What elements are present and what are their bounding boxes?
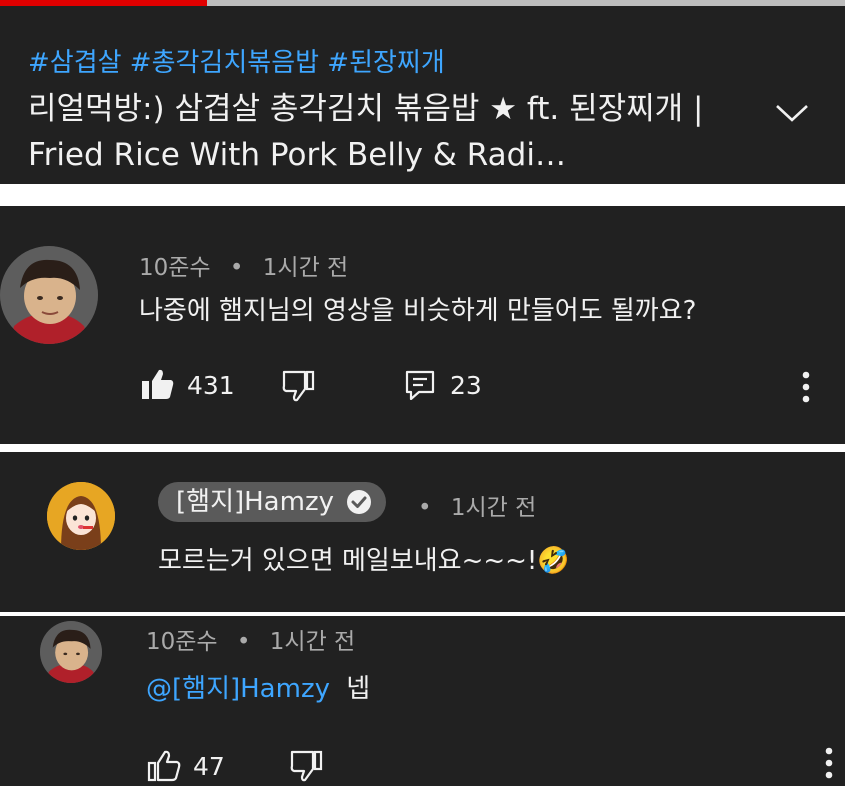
more-vert-icon[interactable] (799, 370, 813, 404)
reply-icon[interactable] (405, 370, 435, 400)
avatar[interactable] (0, 246, 98, 344)
comment-author[interactable]: 10준수 (139, 255, 211, 281)
comment-body: @[햄지]Hamzy 넵 (146, 668, 370, 705)
like-count: 47 (193, 752, 225, 781)
comment-author[interactable]: 10준수 (146, 629, 218, 655)
comment-meta: 10준수 • 1시간 전 (146, 622, 355, 656)
creator-name-badge[interactable]: [햄지]Hamzy (158, 482, 386, 522)
comment-text: 나중에 햄지님의 영상을 비슷하게 만들어도 될까요? (139, 296, 697, 326)
comment-meta: 10준수 • 1시간 전 (139, 248, 348, 282)
avatar[interactable] (40, 621, 102, 683)
comment-text: 넵 (346, 674, 371, 704)
meta-separator: • (229, 255, 244, 281)
creator-reply: [햄지]Hamzy • 1시간 전 모르는거 있으면 메일보내요~~~!🤣 (0, 452, 845, 612)
chevron-down-icon[interactable] (774, 99, 810, 125)
like-count: 431 (187, 371, 235, 400)
thumbs-down-icon[interactable] (281, 370, 315, 402)
comment-time[interactable]: 1시간 전 (263, 255, 348, 281)
mention-link[interactable]: @[햄지]Hamzy (146, 674, 330, 704)
comment-text: 모르는거 있으면 메일보내요~~~!🤣 (158, 546, 570, 576)
thumbs-up-icon[interactable] (147, 750, 181, 782)
video-title[interactable]: 리얼먹방:) 삼겹살 총각김치 볶음밥 ★ ft. 된장찌개 | Fried R… (28, 86, 748, 178)
avatar[interactable] (47, 482, 115, 550)
thumbs-up-icon[interactable] (141, 368, 175, 400)
comment-author[interactable]: [햄지]Hamzy (176, 487, 334, 517)
comment-time[interactable]: 1시간 전 (270, 629, 355, 655)
thumbs-down-icon[interactable] (289, 750, 323, 782)
reply-count[interactable]: 23 (450, 371, 482, 400)
video-hashtags[interactable]: #삼겹살 #총각김치볶음밥 #된장찌개 (28, 42, 445, 79)
more-vert-icon[interactable] (822, 746, 836, 780)
comment-time[interactable]: 1시간 전 (451, 495, 536, 521)
meta-separator: • (418, 495, 432, 521)
verified-check-icon (346, 490, 371, 514)
comment-reply: 10준수 • 1시간 전 @[햄지]Hamzy 넵 47 (0, 616, 845, 786)
comment-meta: • 1시간 전 (418, 488, 536, 522)
meta-separator: • (236, 629, 251, 655)
video-info-panel: #삼겹살 #총각김치볶음밥 #된장찌개 리얼먹방:) 삼겹살 총각김치 볶음밥 … (0, 6, 845, 184)
comment-thread: 10준수 • 1시간 전 나중에 햄지님의 영상을 비슷하게 만들어도 될까요?… (0, 206, 845, 444)
